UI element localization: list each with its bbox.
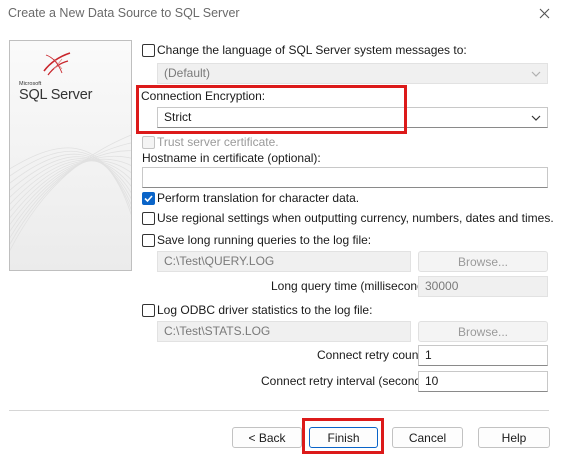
help-button[interactable]: Help bbox=[478, 427, 550, 448]
regional-settings-label: Use regional settings when outputting cu… bbox=[157, 211, 554, 225]
change-language-checkbox[interactable] bbox=[142, 44, 155, 57]
hostname-certificate-label: Hostname in certificate (optional): bbox=[142, 151, 321, 165]
long-query-time-input[interactable]: 30000 bbox=[418, 276, 548, 297]
perform-translation-checkbox[interactable] bbox=[142, 192, 155, 205]
sidebar-banner: Microsoft SQL Server bbox=[9, 40, 132, 271]
log-odbc-stats-label: Log ODBC driver statistics to the log fi… bbox=[157, 303, 373, 317]
retry-count-label: Connect retry count: bbox=[317, 348, 426, 362]
query-log-path-input[interactable]: C:\Test\QUERY.LOG bbox=[157, 251, 411, 272]
footer-divider bbox=[9, 410, 549, 411]
save-long-queries-label: Save long running queries to the log fil… bbox=[157, 233, 372, 247]
finish-highlight-box bbox=[302, 418, 384, 454]
cancel-button[interactable]: Cancel bbox=[392, 427, 463, 448]
close-button[interactable] bbox=[530, 2, 558, 24]
window-title: Create a New Data Source to SQL Server bbox=[8, 6, 240, 20]
perform-translation-label: Perform translation for character data. bbox=[157, 191, 360, 205]
stats-log-browse-button[interactable]: Browse... bbox=[418, 321, 548, 342]
chevron-down-icon bbox=[531, 71, 541, 77]
save-long-queries-checkbox[interactable] bbox=[142, 234, 155, 247]
trust-server-certificate-checkbox[interactable] bbox=[142, 136, 155, 149]
hostname-certificate-input[interactable] bbox=[142, 167, 548, 188]
change-language-label: Change the language of SQL Server system… bbox=[157, 43, 467, 57]
encryption-highlight-box bbox=[136, 85, 407, 134]
retry-count-input[interactable]: 1 bbox=[418, 345, 548, 366]
sql-server-logo-icon bbox=[43, 52, 71, 76]
trust-server-certificate-label: Trust server certificate. bbox=[157, 135, 279, 149]
language-select-value: (Default) bbox=[164, 66, 211, 80]
query-log-browse-button[interactable]: Browse... bbox=[418, 251, 548, 272]
checkmark-icon bbox=[144, 195, 153, 203]
back-button[interactable]: < Back bbox=[232, 427, 302, 448]
long-query-time-label: Long query time (milliseconds): bbox=[271, 279, 438, 293]
close-icon bbox=[539, 8, 549, 18]
retry-interval-input[interactable]: 10 bbox=[418, 371, 548, 392]
retry-interval-label: Connect retry interval (seconds): bbox=[261, 374, 435, 388]
stats-log-path-input[interactable]: C:\Test\STATS.LOG bbox=[157, 321, 411, 342]
language-select[interactable]: (Default) bbox=[157, 63, 548, 84]
logo-product-name: SQL Server bbox=[19, 87, 93, 103]
log-odbc-stats-checkbox[interactable] bbox=[142, 304, 155, 317]
title-bar: Create a New Data Source to SQL Server bbox=[0, 0, 561, 28]
regional-settings-checkbox[interactable] bbox=[142, 212, 155, 225]
chevron-down-icon bbox=[531, 115, 541, 121]
